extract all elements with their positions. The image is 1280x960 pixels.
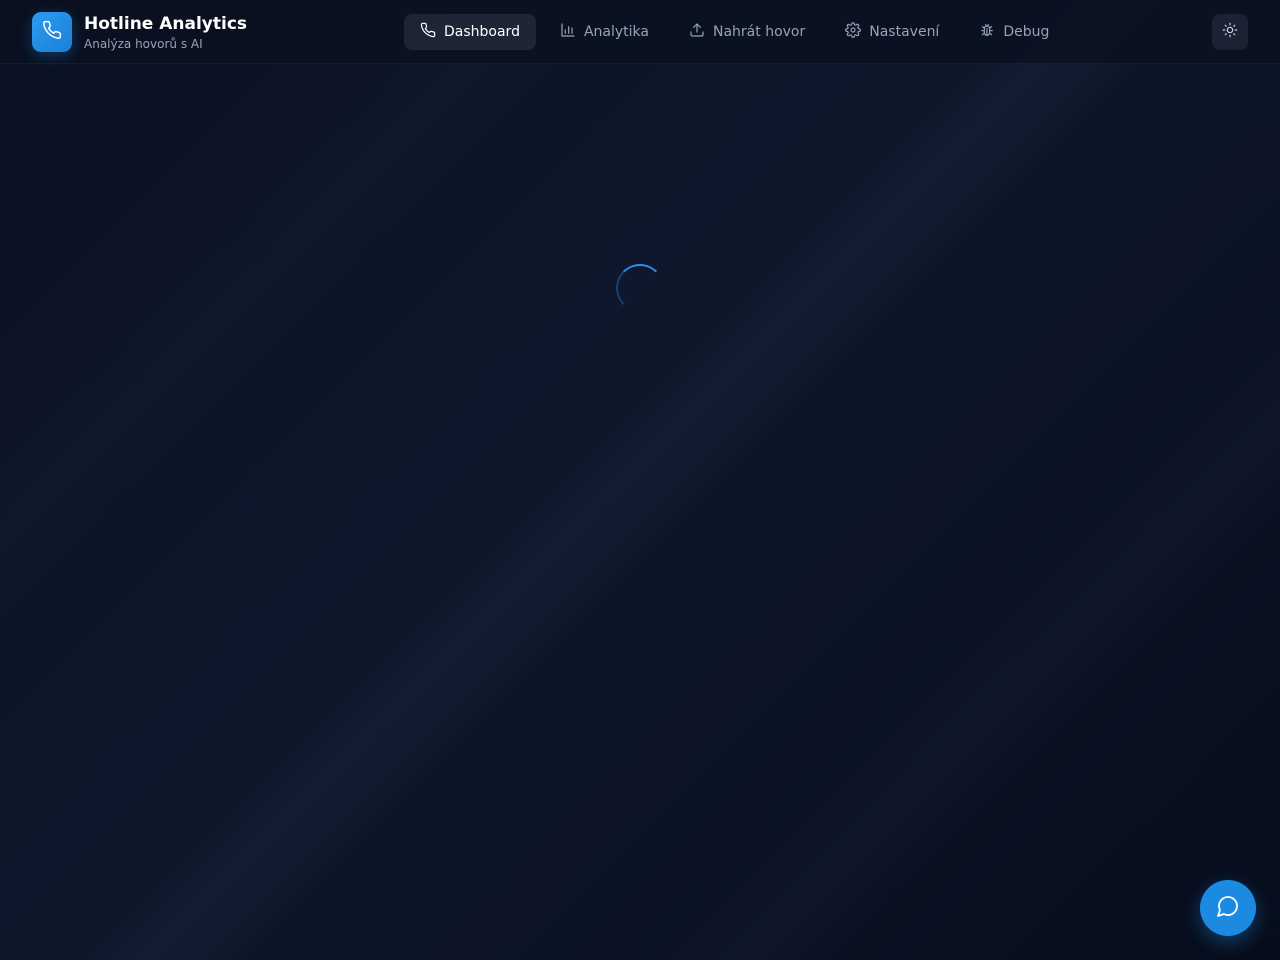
nav-item-label: Analytika	[583, 24, 649, 40]
theme-toggle-button[interactable]	[1212, 14, 1248, 50]
nav-item-dashboard[interactable]: Dashboard	[404, 14, 536, 50]
nav-item-settings[interactable]: Nastavení	[829, 14, 955, 50]
nav-item-label: Nastavení	[869, 24, 940, 40]
bug-icon	[979, 22, 1003, 42]
loading-spinner	[616, 264, 664, 312]
phone-icon	[420, 22, 444, 42]
chat-bubble-icon	[1216, 894, 1240, 922]
nav-item-label: Debug	[1003, 24, 1050, 40]
nav-item-label: Dashboard	[444, 24, 520, 40]
top-navbar: Hotline Analytics Analýza hovorů s AI Da…	[0, 0, 1280, 64]
nav-item-label: Nahrát hovor	[713, 24, 806, 40]
nav-item-upload[interactable]: Nahrát hovor	[673, 14, 821, 50]
phone-icon	[42, 20, 62, 44]
app-title: Hotline Analytics	[84, 13, 248, 34]
upload-icon	[689, 22, 713, 42]
gear-icon	[845, 22, 869, 42]
main-nav: Dashboard Analytika Nahrát hovor Nastave…	[404, 14, 1073, 50]
nav-item-debug[interactable]: Debug	[963, 14, 1065, 50]
background-decoration	[0, 0, 1280, 960]
app-subtitle: Analýza hovorů s AI	[84, 36, 203, 51]
brand[interactable]: Hotline Analytics Analýza hovorů s AI	[32, 12, 247, 52]
chat-button[interactable]	[1200, 880, 1256, 936]
nav-item-analytika[interactable]: Analytika	[544, 14, 665, 50]
bar-chart-icon	[560, 22, 584, 42]
sun-icon	[1222, 22, 1238, 42]
app-logo	[32, 12, 72, 52]
